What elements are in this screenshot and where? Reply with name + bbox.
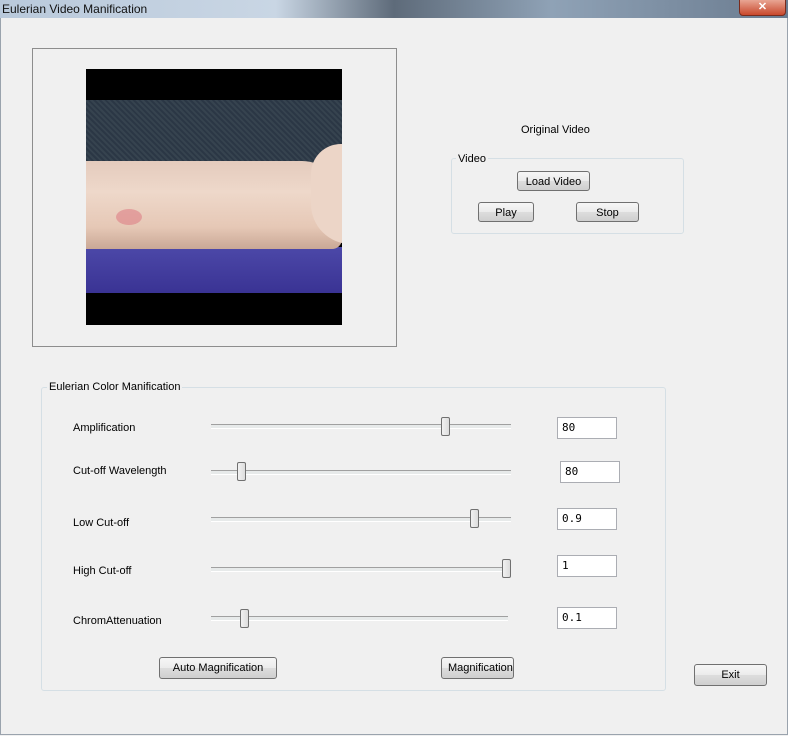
magnification-button[interactable]: Magnification [441, 657, 514, 679]
cutoff-wavelength-slider-track[interactable] [211, 470, 511, 475]
close-icon: ✕ [757, 1, 768, 13]
high-cutoff-value-field[interactable]: 1 [557, 555, 617, 577]
video-forearm [86, 161, 342, 249]
video-table-surface [86, 247, 342, 293]
stop-button[interactable]: Stop [576, 202, 639, 222]
auto-magnification-button[interactable]: Auto Magnification [159, 657, 277, 679]
manification-group-legend: Eulerian Color Manification [47, 381, 183, 393]
chrom-attenuation-slider-track[interactable] [211, 616, 508, 621]
chrom-attenuation-label: ChromAttenuation [73, 615, 162, 627]
video-preview [86, 69, 342, 325]
cutoff-wavelength-slider-thumb[interactable] [237, 462, 247, 481]
title-bar[interactable]: Eulerian Video Manification ✕ [0, 0, 788, 18]
play-button[interactable]: Play [478, 202, 534, 222]
amplification-label: Amplification [73, 422, 136, 434]
cutoff-wavelength-label: Cut-off Wavelength [73, 465, 167, 477]
cutoff-wavelength-value-field[interactable]: 80 [560, 461, 620, 483]
original-video-caption: Original Video [521, 124, 590, 136]
chrom-attenuation-value-field[interactable]: 0.1 [557, 607, 617, 629]
load-video-button[interactable]: Load Video [517, 171, 590, 191]
high-cutoff-label: High Cut-off [73, 565, 132, 577]
chrom-attenuation-slider-thumb[interactable] [239, 609, 249, 628]
amplification-value-field[interactable]: 80 [557, 417, 617, 439]
low-cutoff-slider-thumb[interactable] [469, 509, 479, 528]
low-cutoff-slider-track[interactable] [211, 517, 511, 522]
high-cutoff-slider-thumb[interactable] [502, 559, 511, 578]
video-skin-spot [116, 209, 142, 225]
amplification-slider-track[interactable] [211, 424, 511, 429]
video-groupbox [451, 158, 684, 234]
exit-button[interactable]: Exit [694, 664, 767, 686]
high-cutoff-slider-track[interactable] [211, 567, 511, 572]
video-group-legend: Video [456, 153, 488, 165]
close-window-button[interactable]: ✕ [739, 0, 786, 16]
low-cutoff-value-field[interactable]: 0.9 [557, 508, 617, 530]
video-display-panel [32, 48, 397, 347]
window-title: Eulerian Video Manification [2, 2, 148, 16]
app-window: Eulerian Video Manification ✕ Original V… [0, 0, 788, 736]
low-cutoff-label: Low Cut-off [73, 517, 130, 529]
amplification-slider-thumb[interactable] [440, 417, 450, 436]
